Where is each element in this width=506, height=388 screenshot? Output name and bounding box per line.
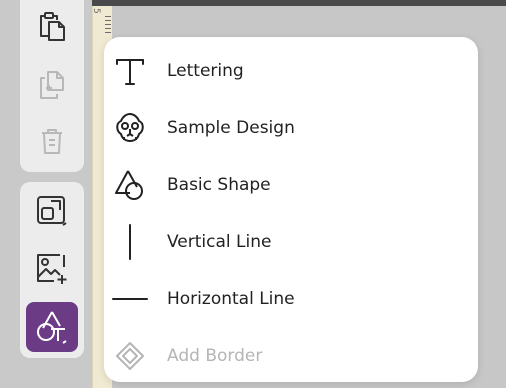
add-image-icon [34,251,70,287]
add-border-icon [110,336,150,376]
trash-icon [35,124,69,158]
menu-item-vertical-line[interactable]: Vertical Line [104,213,478,270]
menu-item-basic-shape[interactable]: Basic Shape [104,156,478,213]
resize-button[interactable] [26,186,78,236]
ruler-tick [105,28,111,29]
left-toolbar [0,0,92,388]
menu-item-horizontal-line[interactable]: Horizontal Line [104,270,478,327]
menu-item-label: Vertical Line [167,231,272,252]
menu-item-add-border[interactable]: Add Border [104,327,478,384]
menu-item-label: Basic Shape [167,174,271,195]
ruler-tick [105,32,111,33]
ruler-tick [105,16,111,17]
duplicate-button[interactable] [26,60,78,110]
duplicate-icon [35,68,69,102]
sample-design-icon [110,108,150,148]
delete-button[interactable] [26,116,78,166]
shape-text-icon [33,308,71,346]
menu-item-label: Horizontal Line [167,288,295,309]
horizontal-line-icon [110,279,150,319]
resize-icon [34,193,70,229]
menu-item-label: Lettering [167,60,244,81]
insert-menu: Lettering Sample Design Basic Shape Vert… [104,37,478,382]
ruler-tick [105,20,111,21]
paste-button[interactable] [26,2,78,52]
menu-item-label: Sample Design [167,117,295,138]
insert-tool-group [20,182,84,358]
vertical-line-icon [110,222,150,262]
basic-shape-icon [110,165,150,205]
shape-text-button[interactable] [26,302,78,352]
edit-tool-group [20,0,84,172]
ruler-number: 5 [91,8,101,14]
add-image-button[interactable] [26,244,78,294]
ruler-tick [105,24,111,25]
lettering-t-icon [110,51,150,91]
menu-item-label: Add Border [167,345,263,366]
paste-icon [35,10,69,44]
menu-item-sample-design[interactable]: Sample Design [104,99,478,156]
menu-item-lettering[interactable]: Lettering [104,42,478,99]
